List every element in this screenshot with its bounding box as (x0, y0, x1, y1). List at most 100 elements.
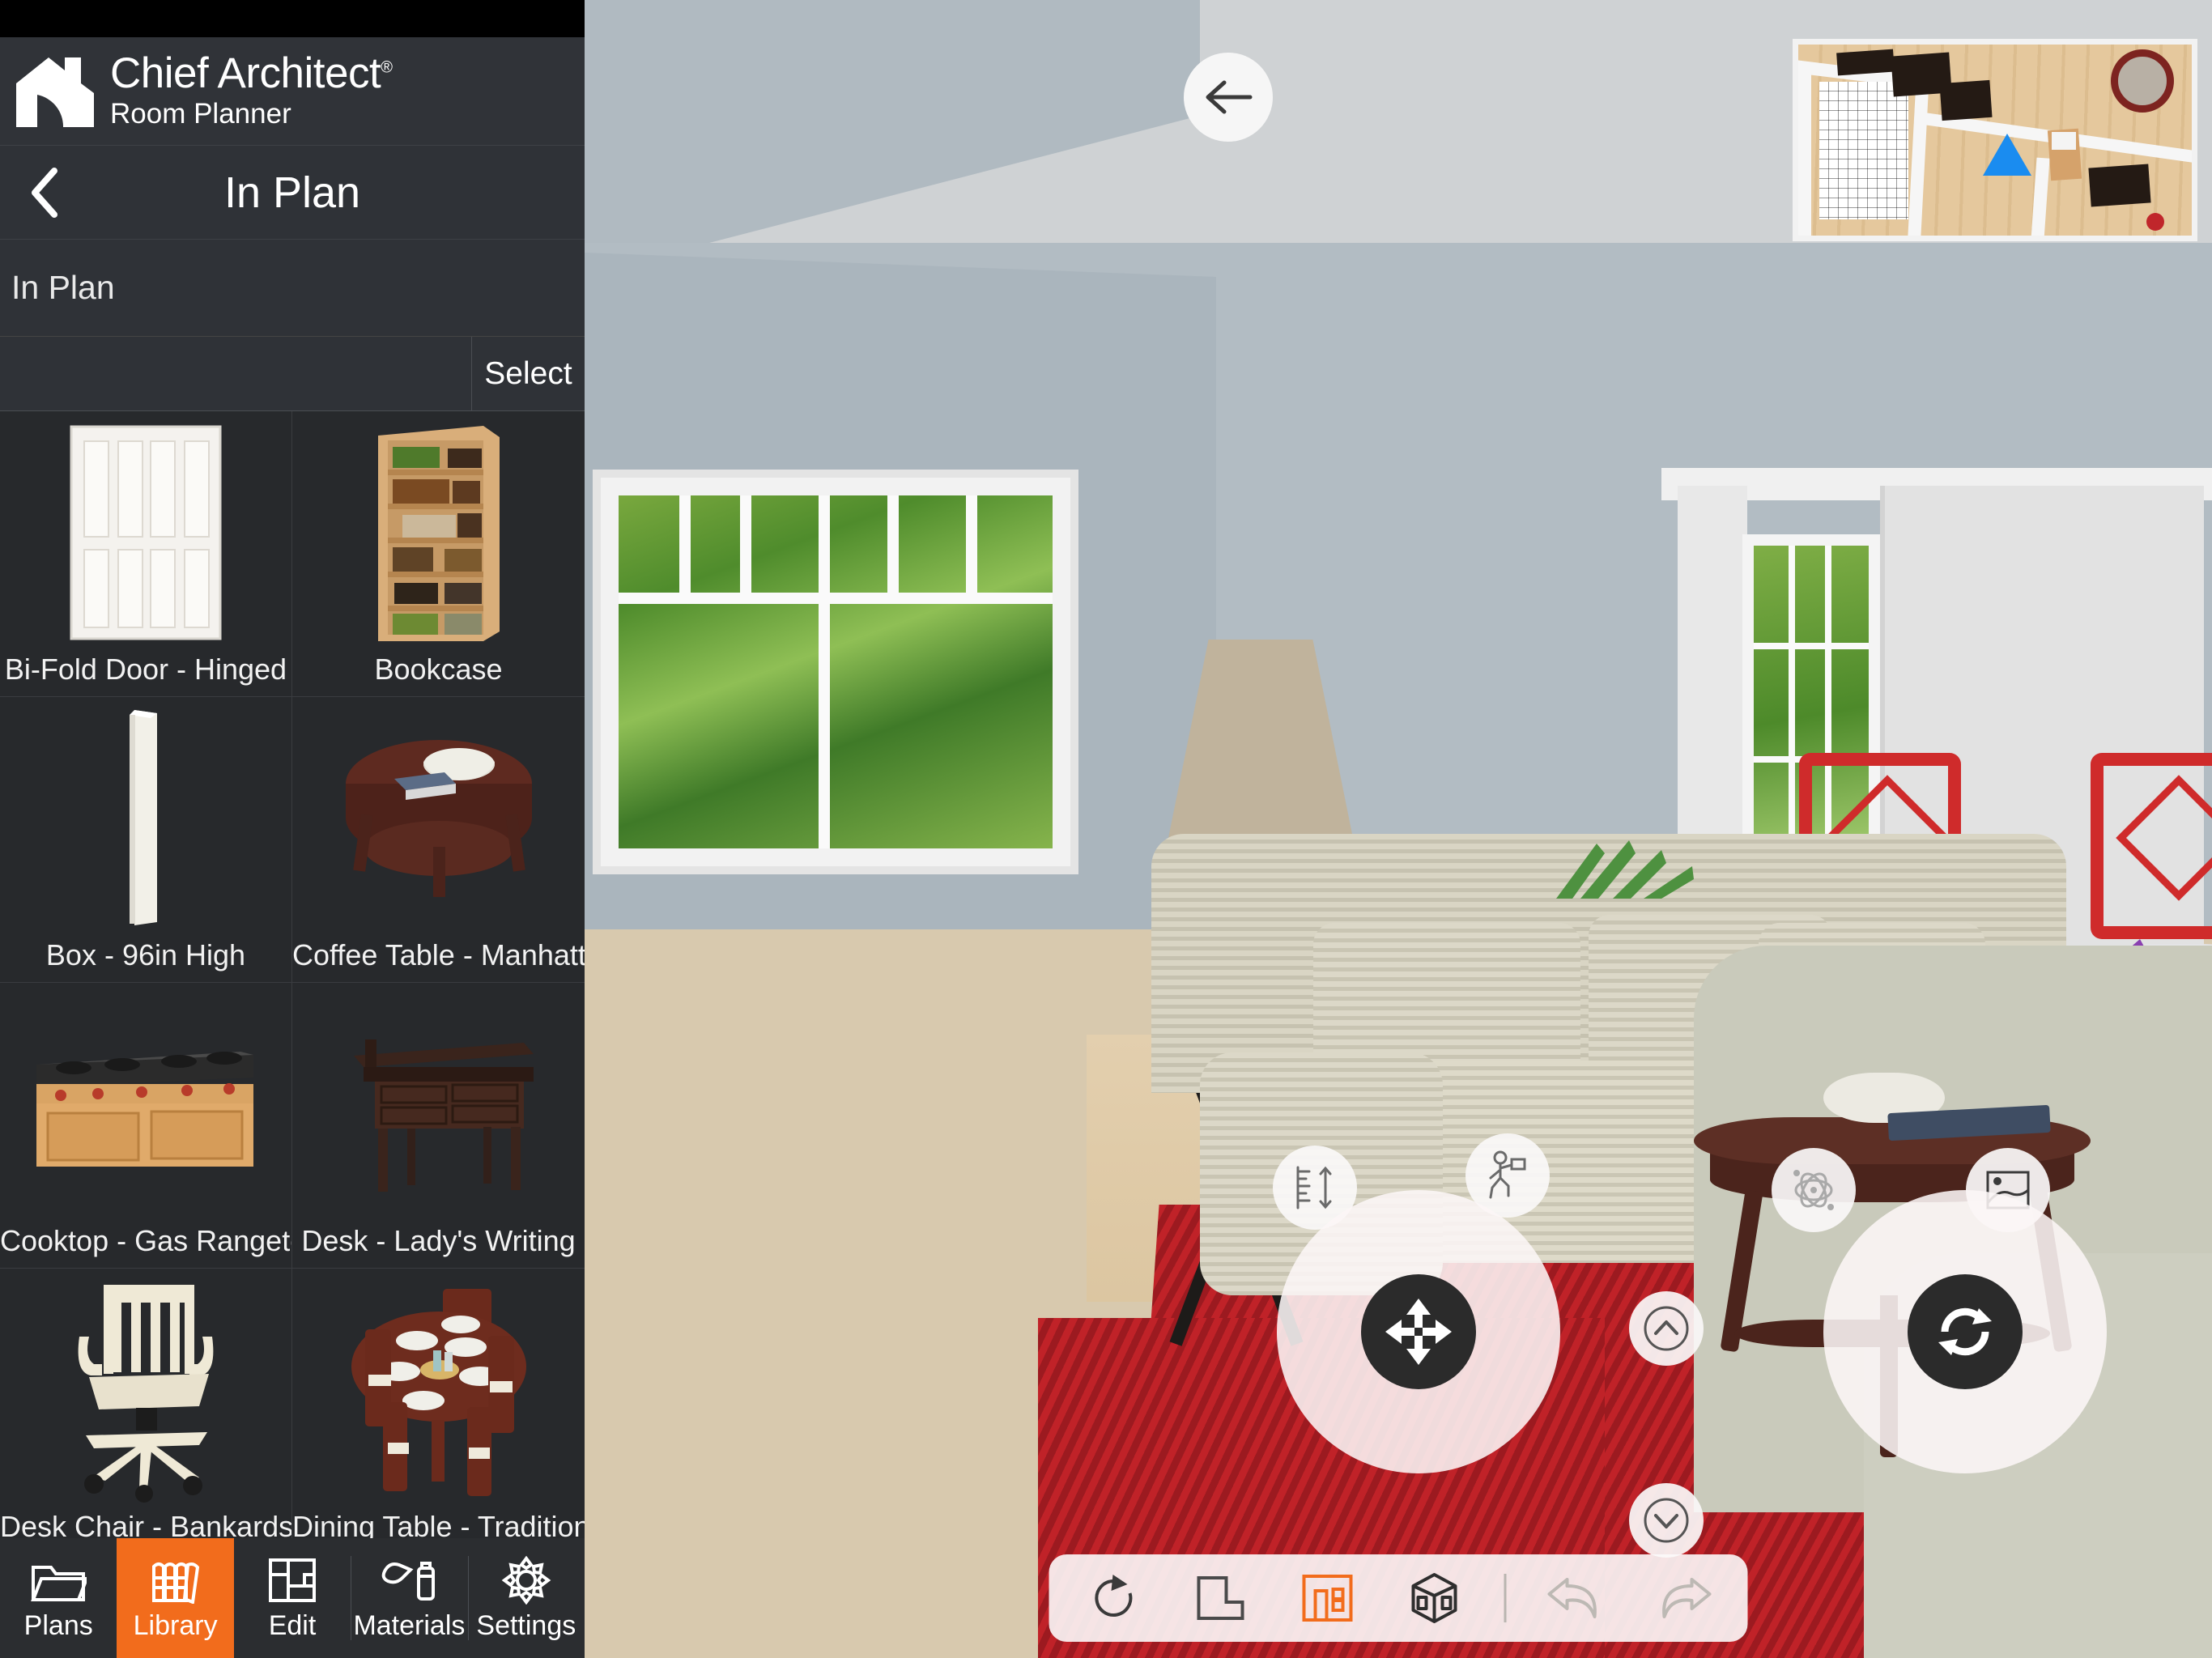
move-up-button[interactable] (1629, 1291, 1704, 1366)
box-thumbnail (0, 704, 291, 933)
folder-icon (30, 1555, 87, 1605)
chevron-down-icon (1644, 1498, 1689, 1543)
library-item-label: Cooktop - Gas Rangetop (0, 1224, 291, 1257)
chief-architect-logo-icon (16, 57, 94, 127)
location-arrow-icon (1983, 134, 2031, 176)
library-item-label: Box - 96in High (45, 938, 246, 971)
floorplan-icon (267, 1555, 317, 1605)
tab-materials[interactable]: Materials (351, 1538, 467, 1658)
3d-viewport[interactable] (585, 0, 2212, 1658)
desk-chair-thumbnail (0, 1275, 291, 1505)
door-mullion (1754, 643, 1869, 649)
pan-joystick[interactable] (1277, 1190, 1560, 1473)
move-down-button[interactable] (1629, 1483, 1704, 1558)
minimap[interactable] (1793, 39, 2197, 241)
library-item-box[interactable]: Box - 96in High (0, 697, 292, 983)
minimap-round-table (2111, 49, 2174, 113)
minimap-object (2052, 132, 2076, 150)
minimap-object (2088, 164, 2151, 207)
bookcase-thumbnail (292, 418, 585, 648)
library-item-desk[interactable]: Desk - Lady's Writing (292, 983, 585, 1269)
3d-view-button[interactable] (1397, 1565, 1472, 1631)
plant (1556, 840, 1694, 899)
library-sidebar: Chief Architect® Room Planner In Plan In… (0, 0, 585, 1658)
library-item-bookcase[interactable]: Bookcase (292, 411, 585, 697)
sidebar-nav-bar: In Plan (0, 146, 585, 240)
cube-3d-icon (1411, 1573, 1457, 1623)
tab-settings[interactable]: Settings (467, 1538, 585, 1658)
tab-edit[interactable]: Edit (234, 1538, 351, 1658)
brand-registered-mark: ® (381, 58, 393, 77)
arrow-left-icon (1206, 80, 1253, 114)
person-walking-icon (1489, 1150, 1526, 1199)
library-item-label: Dining Table - Traditional (292, 1510, 585, 1538)
window-mullion (740, 495, 752, 593)
room-planner-app: Chief Architect® Room Planner In Plan In… (0, 0, 2212, 1658)
window-mullion (619, 593, 1053, 604)
cooktop-thumbnail (0, 989, 291, 1219)
library-item-label: Bi-Fold Door - Hinged (4, 653, 287, 686)
books-icon (147, 1555, 204, 1605)
redo-button[interactable] (1646, 1565, 1721, 1631)
minimap-object (1939, 79, 1993, 121)
toolbar-divider (1504, 1574, 1507, 1622)
sidebar-back-button[interactable] (0, 146, 89, 239)
floorplan-2d-icon (1197, 1576, 1244, 1620)
library-item-desk-chair[interactable]: Desk Chair - Bankards (0, 1269, 292, 1538)
library-item-label: Coffee Table - Manhattan (292, 938, 585, 971)
elevation-view-button[interactable] (1291, 1565, 1365, 1631)
rotate-joystick[interactable] (1823, 1190, 2107, 1473)
view-toolbar (1049, 1554, 1748, 1642)
app-branding: Chief Architect® Room Planner (0, 37, 585, 146)
window-mullion (965, 495, 977, 593)
chevron-left-icon (32, 167, 57, 218)
gear-icon (501, 1555, 551, 1605)
orbit-icon (1793, 1170, 1834, 1210)
desk-thumbnail (292, 989, 585, 1219)
plan-view-button[interactable] (1184, 1565, 1258, 1631)
breadcrumb-label: In Plan (11, 269, 115, 306)
move-arrows-icon (1385, 1299, 1452, 1365)
library-item-label: Desk - Lady's Writing (301, 1224, 576, 1257)
library-item-bifold-door[interactable]: Bi-Fold Door - Hinged (0, 411, 292, 697)
tab-label: Library (133, 1609, 218, 1641)
bottom-tab-bar: Plans Library Edit Materials Settings (0, 1538, 585, 1658)
library-item-label: Desk Chair - Bankards (0, 1510, 291, 1538)
tab-label: Materials (353, 1609, 466, 1641)
brand-subtitle: Room Planner (110, 97, 291, 130)
library-grid[interactable]: Bi-Fold Door - Hinged Bookcase Box - 96i… (0, 411, 585, 1538)
library-item-cooktop[interactable]: Cooktop - Gas Rangetop (0, 983, 292, 1269)
redo-icon (1662, 1578, 1712, 1618)
bifold-door-thumbnail (0, 418, 291, 648)
select-button[interactable]: Select (471, 337, 585, 410)
dining-table-thumbnail (292, 1275, 585, 1505)
tab-label: Edit (268, 1609, 317, 1641)
rotate-view-icon (1095, 1575, 1133, 1617)
rotate-joystick-core (1908, 1274, 2023, 1389)
undo-button[interactable] (1539, 1565, 1614, 1631)
status-bar (0, 0, 585, 37)
library-item-dining-table[interactable]: Dining Table - Traditional (292, 1269, 585, 1538)
brand-title-text: Chief Architect (110, 49, 381, 97)
library-item-label: Bookcase (374, 653, 503, 686)
coffee-table-thumbnail (292, 704, 585, 933)
tab-label: Settings (476, 1609, 576, 1641)
breadcrumb[interactable]: In Plan (0, 240, 585, 337)
stool-back-pattern (2116, 775, 2212, 901)
window-mullion (679, 495, 691, 593)
undo-icon (1547, 1578, 1597, 1618)
library-item-coffee-table[interactable]: Coffee Table - Manhattan (292, 697, 585, 983)
viewport-back-button[interactable] (1184, 53, 1273, 142)
ruler-height-icon (1296, 1166, 1332, 1209)
tab-plans[interactable]: Plans (0, 1538, 117, 1658)
select-toolbar: Select (0, 337, 585, 411)
spray-icon (380, 1555, 438, 1605)
minimap-object (1836, 49, 1895, 76)
orbit-button[interactable] (1772, 1148, 1856, 1232)
tab-library[interactable]: Library (117, 1538, 234, 1658)
chevron-up-icon (1644, 1306, 1689, 1351)
minimap-wall (1798, 67, 1811, 236)
minimap-tile-area (1819, 82, 1908, 219)
minimap-object (2146, 213, 2164, 231)
rotate-view-button[interactable] (1077, 1565, 1151, 1631)
